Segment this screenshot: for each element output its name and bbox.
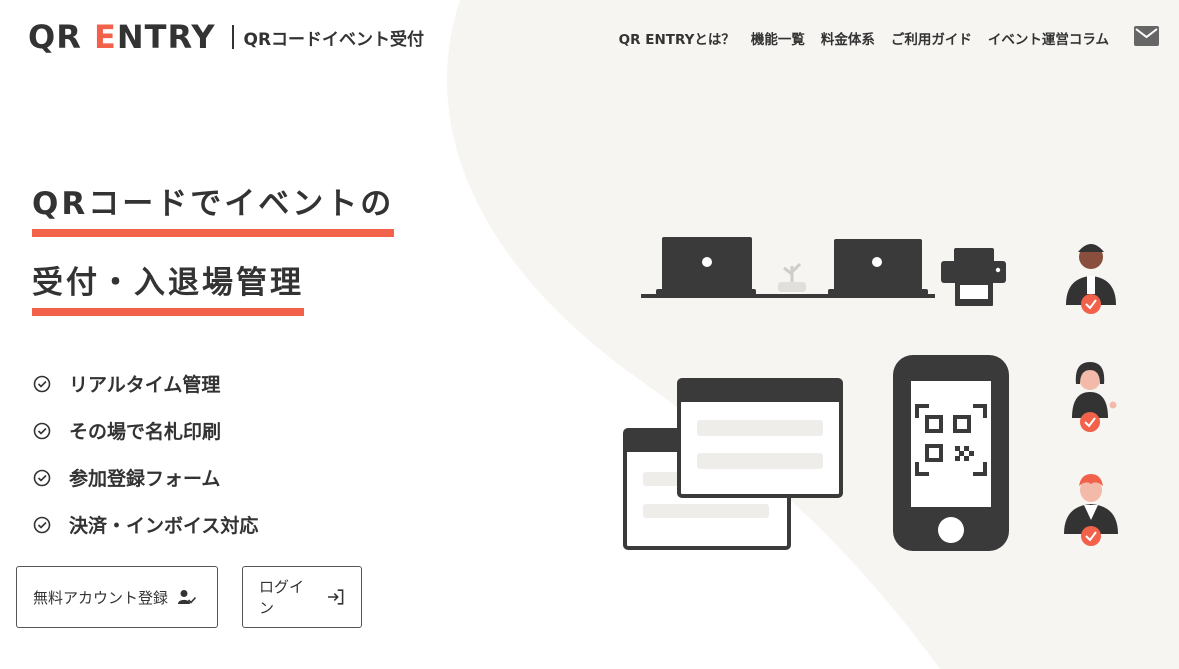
logo-wordmark: QR ENTRY xyxy=(28,18,216,56)
feature-label: その場で名札印刷 xyxy=(69,421,222,443)
logo-subtitle: QRコードイベント受付 xyxy=(243,29,425,50)
hero-line-2: 受付・入退場管理 xyxy=(32,257,304,316)
person-icon xyxy=(1066,244,1116,314)
nav-column[interactable]: イベント運営コラム xyxy=(988,28,1109,48)
site-header: QR ENTRY QRコードイベント受付 QR ENTRYとは？ 機能一覧 料金… xyxy=(0,0,1179,78)
printer-icon xyxy=(941,248,1006,306)
hero-line-1: QRコードでイベントの xyxy=(32,178,395,237)
feature-label: 参加登録フォーム xyxy=(69,468,221,490)
login-label: ログイン xyxy=(259,578,305,617)
person-icon xyxy=(1072,362,1117,432)
nav-about[interactable]: QR ENTRYとは？ xyxy=(619,28,735,48)
hero-heading: QRコードでイベントの 受付・入退場管理 xyxy=(32,178,395,316)
feature-label: 決済・インボイス対応 xyxy=(69,515,259,537)
check-circle-icon xyxy=(33,375,51,392)
main-nav: QR ENTRYとは？ 機能一覧 料金体系 ご利用ガイド イベント運営コラム xyxy=(619,28,1109,48)
nav-guide[interactable]: ご利用ガイド xyxy=(891,28,972,48)
feature-list: リアルタイム管理 その場で名札印刷 参加登録フォーム 決済・インボイス対応 xyxy=(33,360,258,548)
check-circle-icon xyxy=(33,516,51,533)
user-check-icon xyxy=(178,590,197,604)
list-item: リアルタイム管理 xyxy=(33,360,258,407)
desk xyxy=(641,294,935,298)
list-item: 決済・インボイス対応 xyxy=(33,501,258,548)
register-label: 無料アカウント登録 xyxy=(33,588,169,607)
person-icon xyxy=(1064,474,1118,546)
list-item: 参加登録フォーム xyxy=(33,454,258,501)
logo[interactable]: QR ENTRY QRコードイベント受付 xyxy=(28,18,424,56)
login-button[interactable]: ログイン xyxy=(242,566,362,628)
nav-pricing[interactable]: 料金体系 xyxy=(821,28,875,48)
check-circle-icon xyxy=(33,422,51,439)
mail-icon[interactable] xyxy=(1134,26,1159,46)
logo-divider xyxy=(231,25,234,49)
plant-icon xyxy=(778,262,806,292)
list-item: その場で名札印刷 xyxy=(33,407,258,454)
nav-features[interactable]: 機能一覧 xyxy=(751,28,805,48)
browser-window-icon xyxy=(677,378,843,498)
feature-label: リアルタイム管理 xyxy=(69,374,221,396)
laptop-icon xyxy=(828,239,928,295)
check-circle-icon xyxy=(33,469,51,486)
smartphone-qr-icon xyxy=(893,355,1009,551)
register-button[interactable]: 無料アカウント登録 xyxy=(16,566,218,628)
event-reception-illustration xyxy=(623,237,1118,551)
laptop-icon xyxy=(656,237,756,295)
login-icon xyxy=(328,589,344,605)
